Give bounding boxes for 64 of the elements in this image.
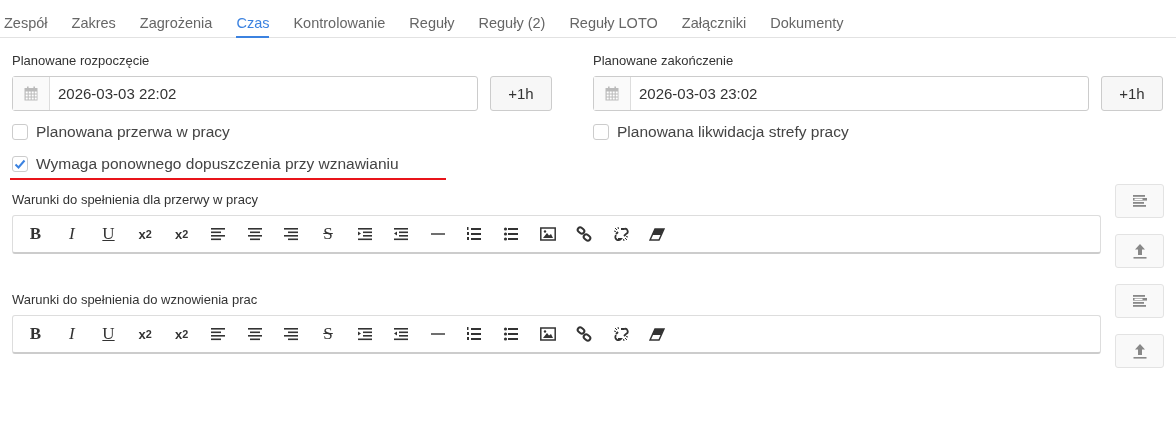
underline-button[interactable]: U [90,320,127,348]
link-icon [576,226,593,242]
horizontal-rule-icon [430,333,445,335]
checkbox-label: Planowana przerwa w pracy [36,123,230,141]
eraser-icon [649,226,666,242]
horizontal-rule-icon [430,233,445,235]
align-right-icon [283,226,300,242]
image-icon [539,326,556,342]
upload-icon [1132,243,1147,259]
tab[interactable]: Załączniki [681,0,747,38]
add-hour-button[interactable]: +1h [1101,76,1163,111]
field-label: Planowane zakończenie [593,53,735,68]
underline-button[interactable]: U [90,220,127,248]
tab[interactable]: Reguły LOTO [569,0,658,38]
eraser-icon [649,326,666,342]
bold-button[interactable]: B [17,220,54,248]
align-center-icon [246,226,263,242]
upload-icon [1132,343,1147,359]
tab[interactable]: Zagrożenia [139,0,213,38]
lines-icon [1131,194,1148,208]
tab[interactable]: Zespół [4,0,48,38]
checkbox[interactable] [12,156,28,172]
numbered-list-icon [466,226,483,242]
numbered-list-icon [466,326,483,342]
checkbox[interactable] [593,124,609,140]
bold-button[interactable]: B [17,320,54,348]
tab[interactable]: Reguły (2) [478,0,546,38]
unlink-icon [612,226,629,242]
link-icon [576,326,593,342]
italic-button[interactable]: I [53,320,91,348]
tab[interactable]: Czas [236,0,270,38]
lines-icon [1131,294,1148,308]
checkbox-label: Wymaga ponownego dopuszczenia przy wznawianiu [36,155,399,173]
align-left-icon [210,326,227,342]
tab[interactable]: Zakres [71,0,116,38]
align-right-icon [283,326,300,342]
checkbox-label: Planowana likwidacja strefy pracy [617,123,849,141]
image-icon [539,226,556,242]
bullet-list-icon [503,226,519,242]
italic-button[interactable]: I [53,220,91,248]
align-center-icon [246,326,263,342]
align-left-icon [210,226,227,242]
unlink-icon [612,326,629,342]
calendar-icon [24,86,38,101]
template-button[interactable] [1115,184,1164,218]
bullet-list-icon [503,326,519,342]
template-button[interactable] [1115,284,1164,318]
strike-button[interactable]: S [309,220,347,248]
outdent-icon [393,226,410,242]
add-hour-button[interactable]: +1h [490,76,552,111]
indent-icon [356,226,373,242]
tab[interactable]: Reguły [409,0,455,38]
editor-label: Warunki do spełnienia dla przerwy w pracy [12,192,259,207]
tab[interactable]: Kontrolowanie [293,0,386,38]
outdent-icon [393,326,410,342]
upload-button[interactable] [1115,334,1164,368]
upload-button[interactable] [1115,234,1164,268]
calendar-icon [605,86,619,101]
field-label: Planowane rozpoczęcie [12,53,151,68]
editor-label: Warunki do spełnienia do wznowienia prac [12,292,259,307]
tab[interactable]: Dokumenty [770,0,844,38]
indent-icon [356,326,373,342]
checkbox[interactable] [12,124,28,140]
strike-button[interactable]: S [309,320,347,348]
